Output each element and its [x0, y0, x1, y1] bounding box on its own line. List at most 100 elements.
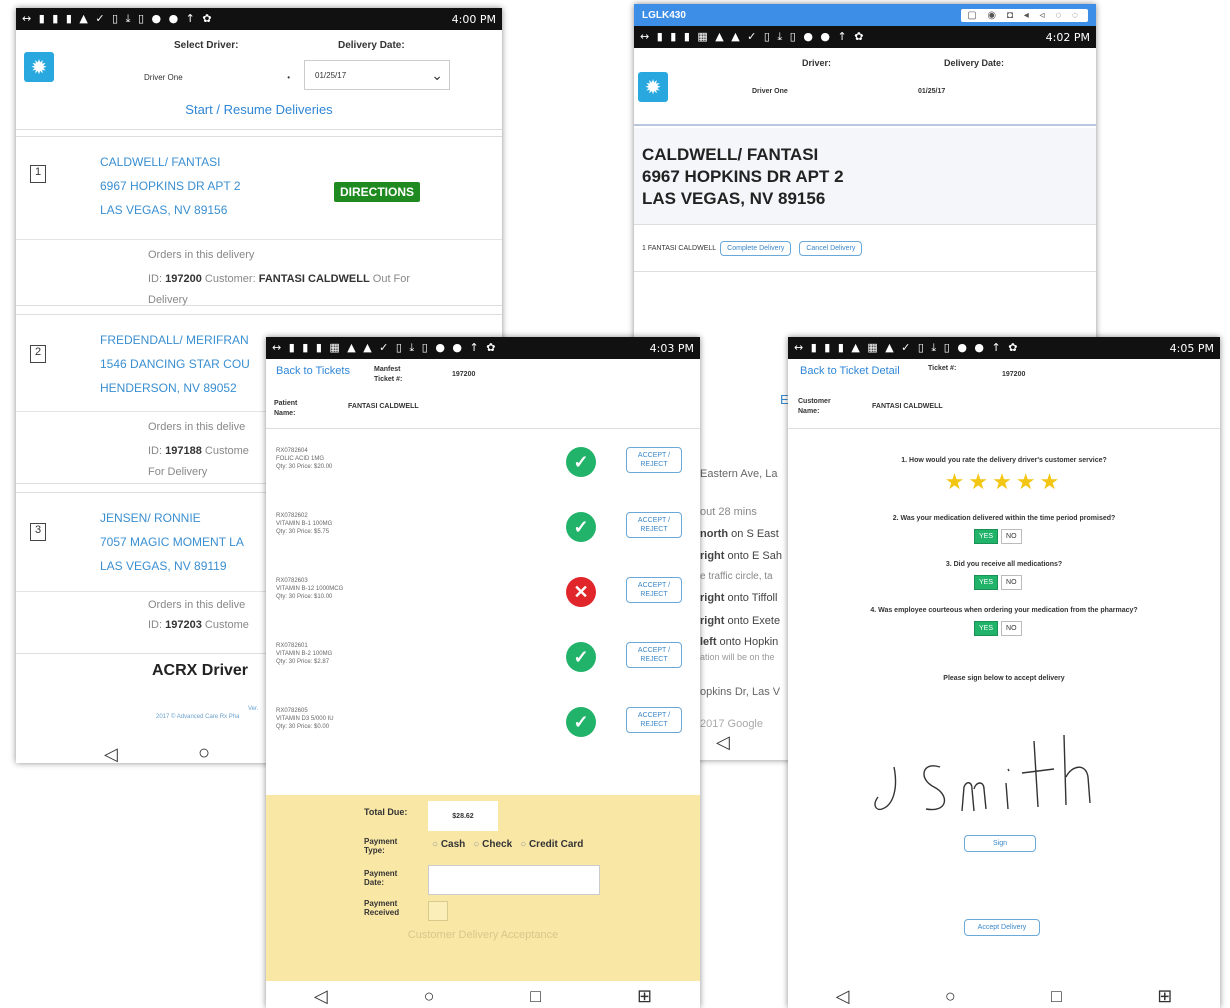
customer-acceptance-button[interactable]: Customer Delivery Acceptance: [266, 929, 700, 941]
delivery-number: 3: [30, 523, 46, 541]
driver-select[interactable]: Driver One •: [136, 64, 296, 90]
survey-header: Back to Ticket Detail Ticket #: 197200 C…: [788, 359, 1220, 429]
status-icons: ↔ ▮ ▮ ▮ ▲ ▦ ▲ ✓ ▯ ⤓ ▯ ● ● ↑ ✿: [794, 341, 1020, 354]
yes-toggle[interactable]: YES: [974, 575, 999, 590]
payment-option-check[interactable]: ○ Check: [473, 839, 512, 850]
nav-back-icon[interactable]: ◁: [104, 744, 118, 763]
no-toggle[interactable]: NO: [1001, 529, 1022, 544]
nav-apps-icon[interactable]: ⊞: [637, 986, 652, 1007]
accept-reject-button[interactable]: ACCEPT / REJECT: [626, 512, 682, 538]
question-2: 2. Was your medication delivered within …: [892, 515, 1116, 522]
question-1: 1. How would you rate the delivery drive…: [901, 457, 1107, 464]
directions-button[interactable]: DIRECTIONS: [334, 182, 421, 202]
payment-date-input[interactable]: [428, 865, 600, 895]
id-prefix: ID:: [148, 273, 166, 285]
signature-stroke: [923, 765, 946, 811]
start-resume-button[interactable]: Start / Resume Deliveries: [16, 102, 502, 117]
accept-reject-button[interactable]: ACCEPT / REJECT: [626, 642, 682, 668]
delivery-name: FREDENDALL/ MERIFRAN: [100, 333, 249, 347]
yes-toggle[interactable]: YES: [974, 529, 999, 544]
medication-info: RX0782603 VITAMIN B-12 1000MCG Qty: 30 Pri…: [276, 577, 343, 601]
id-prefix: ID:: [148, 619, 166, 631]
star-icon[interactable]: ★: [1016, 469, 1040, 494]
order-status-cont: For Delivery: [148, 466, 208, 478]
delivery-number: 1: [30, 165, 46, 183]
payment-option-label: Cash: [440, 839, 466, 850]
star-icon[interactable]: ★: [968, 469, 992, 494]
nav-home-icon[interactable]: ○: [424, 986, 435, 1007]
directions-duration: out 28 mins: [700, 506, 757, 518]
nav-home-icon[interactable]: ○: [945, 986, 956, 1007]
delivery-name: CALDWELL/ FANTASI: [100, 155, 221, 169]
cancel-delivery-button[interactable]: Cancel Delivery: [799, 240, 863, 256]
accept-reject-button[interactable]: ACCEPT / REJECT: [626, 707, 682, 733]
delivery-street: 6967 HOPKINS DR APT 2: [100, 179, 241, 193]
rating-stars[interactable]: ★★★★★: [788, 469, 1220, 495]
accept-reject-button[interactable]: ACCEPT / REJECT: [626, 447, 682, 473]
status-bar: ↔ ▮ ▮ ▮ ▲ ✓ ▯ ⤓ ▯ ● ● ↑ ✿ 4:00 PM: [16, 8, 502, 30]
star-icon[interactable]: ★: [1040, 469, 1064, 494]
payment-option-credit-card[interactable]: ○ Credit Card: [520, 839, 583, 850]
no-toggle[interactable]: NO: [1001, 575, 1022, 590]
status-bar: ↔ ▮ ▮ ▮ ▦ ▲ ▲ ✓ ▯ ⤓ ▯ ● ● ↑ ✿ 4:02 PM: [634, 26, 1096, 48]
order-id: 197200: [165, 273, 202, 285]
payment-option-cash[interactable]: ○ Cash: [432, 839, 465, 850]
accept-delivery-button[interactable]: Accept Delivery: [964, 919, 1040, 936]
order-id: 197203: [165, 619, 202, 631]
header: ✹ Select Driver: Delivery Date: Driver O…: [16, 30, 502, 130]
nav-recents-icon[interactable]: □: [530, 986, 541, 1007]
star-icon[interactable]: ★: [945, 469, 969, 494]
direction-verb: right: [700, 592, 725, 604]
signature-pad[interactable]: [858, 717, 1158, 827]
sign-button[interactable]: Sign: [964, 835, 1036, 852]
status-bar: ↔ ▮ ▮ ▮ ▦ ▲ ▲ ✓ ▯ ⤓ ▯ ● ● ↑ ✿ 4:03 PM: [266, 337, 700, 359]
date-select[interactable]: 01/25/17 ⌄: [304, 60, 450, 90]
accept-reject-button[interactable]: ACCEPT / REJECT: [626, 577, 682, 603]
medication-row: RX0782603 VITAMIN B-12 1000MCG Qty: 30 Pri…: [266, 567, 700, 633]
delivery-name: JENSEN/ RONNIE: [100, 511, 201, 525]
delivery-card[interactable]: 1 CALDWELL/ FANTASI 6967 HOPKINS DR APT …: [16, 136, 502, 306]
nav-back-icon[interactable]: ◁: [716, 732, 730, 753]
nav-apps-icon[interactable]: ⊞: [1157, 986, 1172, 1007]
medication-name: VITAMIN B-1 100MG: [276, 521, 333, 527]
payment-received-checkbox[interactable]: [428, 901, 448, 921]
delivery-date-label: Delivery Date:: [944, 58, 1005, 68]
medication-row: RX0782604 FOLIC ACID 1MG Qty: 30 Price: $2…: [266, 437, 700, 503]
back-to-tickets-link[interactable]: Back to Tickets: [276, 365, 350, 377]
medication-info: RX0782602 VITAMIN B-1 100MG Qty: 30 Price:…: [276, 512, 332, 536]
reject-x-icon: ✕: [566, 577, 596, 607]
nav-back-icon[interactable]: ◁: [836, 986, 850, 1007]
nav-recents-icon[interactable]: □: [1051, 986, 1062, 1007]
driver-label: Driver:: [802, 58, 832, 68]
complete-delivery-button[interactable]: Complete Delivery: [720, 240, 792, 256]
patient-line: 1 FANTASI CALDWELL: [642, 244, 717, 252]
question-4-answer: YES NO: [974, 621, 1022, 636]
address-line-2: 6967 HOPKINS DR APT 2: [642, 167, 844, 186]
status-icons: ↔ ▮ ▮ ▮ ▦ ▲ ▲ ✓ ▯ ⤓ ▯ ● ● ↑ ✿: [640, 30, 866, 43]
signature-stroke: [1005, 768, 1010, 810]
window-title: LGLK430: [642, 9, 686, 21]
order-status: Out For: [369, 273, 411, 285]
settings-gear-icon[interactable]: ✹: [638, 72, 668, 102]
star-icon[interactable]: ★: [992, 469, 1016, 494]
back-to-ticket-detail-link[interactable]: Back to Ticket Detail: [800, 365, 900, 377]
status-time: 4:02 PM: [1045, 30, 1090, 44]
order-status-cont: Delivery: [148, 294, 188, 306]
settings-gear-icon[interactable]: ✹: [24, 52, 54, 82]
question-2-answer: YES NO: [974, 529, 1022, 544]
nav-back-icon[interactable]: ◁: [314, 986, 328, 1007]
nav-home-icon[interactable]: ○: [198, 742, 210, 763]
window-controls[interactable]: ▢ ◉ ◘ ◂ ◃ ◌ ◌: [961, 8, 1088, 22]
yes-toggle[interactable]: YES: [974, 621, 999, 636]
id-prefix: ID:: [148, 445, 166, 457]
direction-verb: left: [700, 636, 717, 648]
customer-prefix: Custome: [201, 619, 249, 631]
medication-rx: RX0782603: [276, 578, 308, 584]
delivery-date-label: Delivery Date:: [338, 40, 405, 51]
directions-origin: Eastern Ave, La: [700, 468, 778, 480]
divider: [16, 239, 502, 240]
total-due-field: $28.62: [428, 801, 498, 831]
screen-ticket-detail: ↔ ▮ ▮ ▮ ▦ ▲ ▲ ✓ ▯ ⤓ ▯ ● ● ↑ ✿ 4:03 PM Ba…: [266, 337, 700, 1008]
no-toggle[interactable]: NO: [1001, 621, 1022, 636]
checkmark-icon: ✓: [566, 447, 596, 477]
